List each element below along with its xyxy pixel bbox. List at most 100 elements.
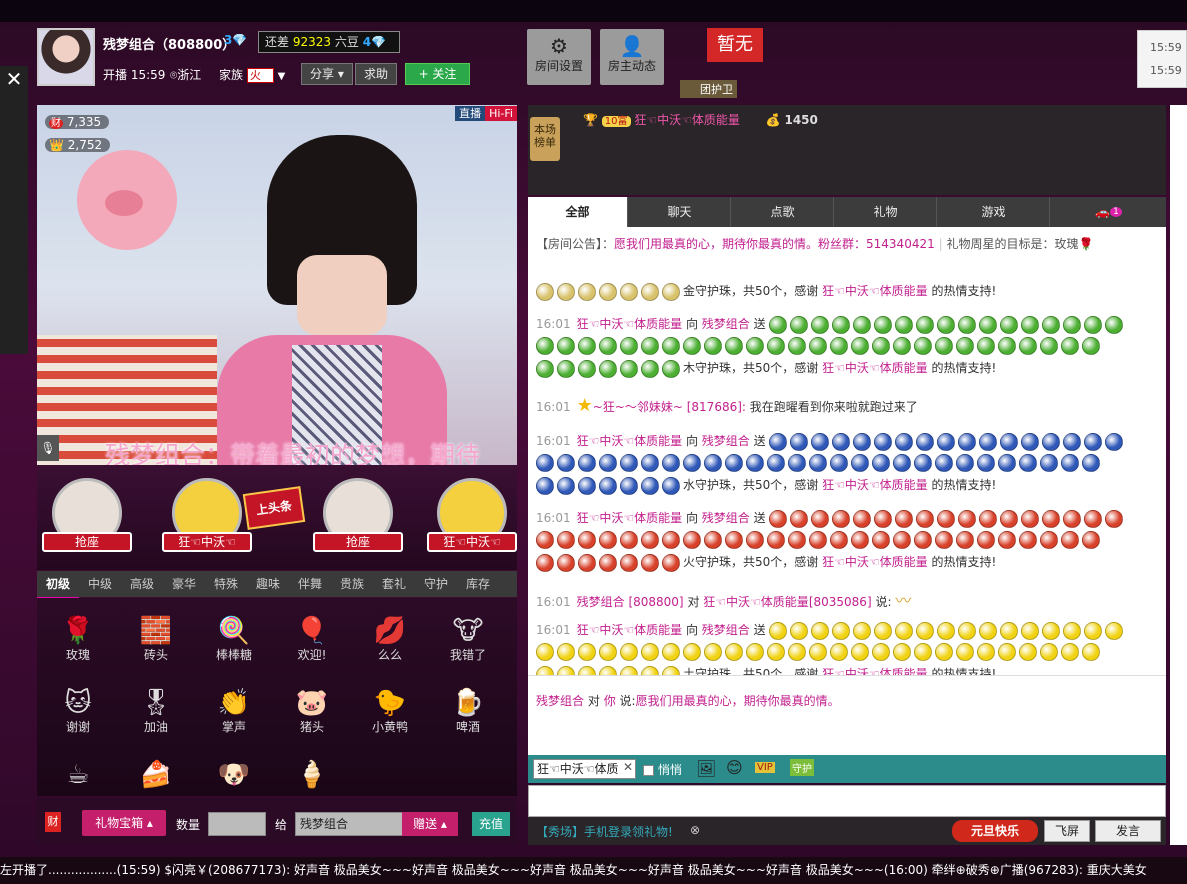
gift-item[interactable]: 🎈 欢迎! <box>275 598 349 670</box>
tab-set[interactable]: 套礼 <box>373 571 415 597</box>
gift-orb-icon <box>872 337 890 355</box>
send-gift-button[interactable]: 赠送 ▴ <box>402 812 458 836</box>
seat-label[interactable]: 抢座 <box>42 532 132 552</box>
chat-message-cont <box>536 337 1103 355</box>
tab-song[interactable]: 点歌 <box>732 197 834 227</box>
gift-item[interactable]: 🧱 砖头 <box>119 598 193 670</box>
image-icon[interactable]: 🖼 <box>696 759 716 778</box>
gift-item[interactable]: 🍭 棒棒糖 <box>197 598 271 670</box>
gift-item[interactable]: 🎖 加油 <box>119 670 193 742</box>
tab-car[interactable]: 🚗 1 <box>1051 197 1166 227</box>
tab-gift[interactable]: 礼物 <box>835 197 937 227</box>
room-settings-button[interactable]: ⚙ 房间设置 <box>527 29 591 85</box>
caret-down-icon: ▼ <box>277 71 286 82</box>
help-button[interactable]: 求助 <box>355 63 398 85</box>
gift-orb-icon <box>662 337 680 355</box>
tab-special[interactable]: 特殊 <box>205 571 247 597</box>
gift-orb-icon <box>998 337 1016 355</box>
recipient-select[interactable]: 残梦组合 <box>295 812 403 836</box>
tab-game[interactable]: 游戏 <box>938 197 1050 227</box>
gift-orb-icon <box>811 432 830 451</box>
seat-1[interactable]: 抢座 <box>42 478 132 552</box>
chat-input[interactable] <box>528 785 1166 817</box>
stream-tags: 直播 Hi-Fi <box>455 105 517 121</box>
owner-feed-button[interactable]: 👤 房主动态 <box>600 29 664 85</box>
rank-list-button[interactable]: 本场榜单 <box>530 117 560 161</box>
tab-advanced[interactable]: 高级 <box>121 571 163 597</box>
recharge-button[interactable]: 充值 <box>472 812 510 836</box>
rank-score: 1450 <box>784 113 818 127</box>
guard-icon[interactable]: 守护 <box>790 759 814 776</box>
gift-orb-icon <box>1021 621 1040 640</box>
gift-orb-icon <box>641 454 659 472</box>
gift-orb-icon <box>1084 432 1103 451</box>
gift-item[interactable]: 🌹 玫瑰 <box>41 598 115 670</box>
seat-4[interactable]: 狂☜中沃☜ <box>427 478 517 552</box>
new-year-button[interactable]: 元旦快乐 <box>952 820 1038 842</box>
gift-box-button[interactable]: 礼物宝箱 ▴ <box>82 810 166 836</box>
gift-item[interactable]: 💋 么么 <box>353 598 427 670</box>
gift-orb-icon <box>536 359 554 378</box>
seat-label[interactable]: 抢座 <box>313 532 403 552</box>
follow-button[interactable]: + 关注 <box>405 63 470 85</box>
send-message-button[interactable]: 发言 <box>1095 820 1161 842</box>
fly-screen-button[interactable]: 飞屏 <box>1044 820 1090 842</box>
gift-orbs <box>536 337 1103 355</box>
tab-luxury[interactable]: 豪华 <box>163 571 205 597</box>
gift-orb-icon <box>767 531 785 549</box>
tab-noble[interactable]: 贵族 <box>331 571 373 597</box>
star-icon: ★ <box>576 395 593 416</box>
gift-item[interactable]: 🐶 <box>197 742 271 796</box>
emoji-icon[interactable]: 😊 <box>726 758 743 777</box>
gift-orb-icon <box>599 643 617 661</box>
anchor-avatar[interactable] <box>37 28 95 86</box>
gift-item[interactable]: 🐱 谢谢 <box>41 670 115 742</box>
gift-orb-icon <box>1105 315 1124 334</box>
close-icon[interactable]: ✕ <box>0 66 28 92</box>
gift-orb-icon <box>998 454 1016 472</box>
chat-target-select[interactable]: 狂☜中沃☜体质 <box>533 759 636 779</box>
gift-item[interactable]: 👏 掌声 <box>197 670 271 742</box>
gift-item[interactable]: 🐤 小黄鸭 <box>353 670 427 742</box>
guard-badge[interactable]: 团护卫 <box>680 80 737 98</box>
video-stream[interactable]: 财 7,335 👑 2,752 直播 Hi-Fi 🎙 <box>37 105 517 465</box>
gift-item[interactable]: 🍦 <box>275 742 349 796</box>
tab-all[interactable]: 全部 <box>528 197 628 227</box>
seat-2[interactable]: 狂☜中沃☜ <box>162 478 252 552</box>
gift-item[interactable]: 🐷 猪头 <box>275 670 349 742</box>
tab-inventory[interactable]: 库存 <box>457 571 499 597</box>
microphone-icon[interactable]: 🎙 <box>37 435 59 461</box>
gift-item[interactable]: ☕ <box>41 742 115 796</box>
tab-guard[interactable]: 守护 <box>415 571 457 597</box>
gift-orb-icon <box>893 337 911 355</box>
gift-item[interactable]: 🍺 啤酒 <box>431 670 505 742</box>
gift-orb-icon <box>641 665 659 675</box>
gift-orb-icon <box>746 531 764 549</box>
gift-orb-icon <box>874 621 893 640</box>
gift-orb-icon <box>725 531 743 549</box>
headline-button[interactable]: 上头条 <box>242 486 306 530</box>
gift-orb-icon <box>811 621 830 640</box>
tab-beginner[interactable]: 初级 <box>37 571 79 599</box>
chat-log: 【房间公告】：愿我们用最真的心，期待你最真的情。粉丝群：514340421 | … <box>528 227 1166 675</box>
whisper-checkbox[interactable]: 悄悄 <box>643 761 682 778</box>
rank-entry[interactable]: 🏆 10富 狂☜中沃☜体质能量 💰 1450 <box>583 111 818 128</box>
tab-fun[interactable]: 趣味 <box>247 571 289 597</box>
tab-chat[interactable]: 聊天 <box>629 197 731 227</box>
gift-item[interactable]: 🐮 我错了 <box>431 598 505 670</box>
share-button[interactable]: 分享 ▾ <box>301 63 353 85</box>
vip-icon[interactable]: VIP <box>755 762 775 773</box>
quantity-stepper[interactable] <box>208 812 266 836</box>
seat-3[interactable]: 抢座 <box>313 478 403 552</box>
promo-text[interactable]: 【秀场】手机登录领礼物! <box>536 823 673 840</box>
gift-item[interactable]: 🍰 <box>119 742 193 796</box>
tab-intermediate[interactable]: 中级 <box>79 571 121 597</box>
tab-dance[interactable]: 伴舞 <box>289 571 331 597</box>
wealth-counter: 财 7,335 <box>45 114 110 132</box>
gift-orbs <box>769 432 1126 451</box>
seat-label[interactable]: 狂☜中沃☜ <box>427 532 517 552</box>
gift-orb-icon <box>620 454 638 472</box>
clear-target-icon[interactable]: ✕ <box>623 760 633 774</box>
seat-label[interactable]: 狂☜中沃☜ <box>162 532 252 552</box>
close-promo-icon[interactable]: ⊗ <box>690 823 700 837</box>
